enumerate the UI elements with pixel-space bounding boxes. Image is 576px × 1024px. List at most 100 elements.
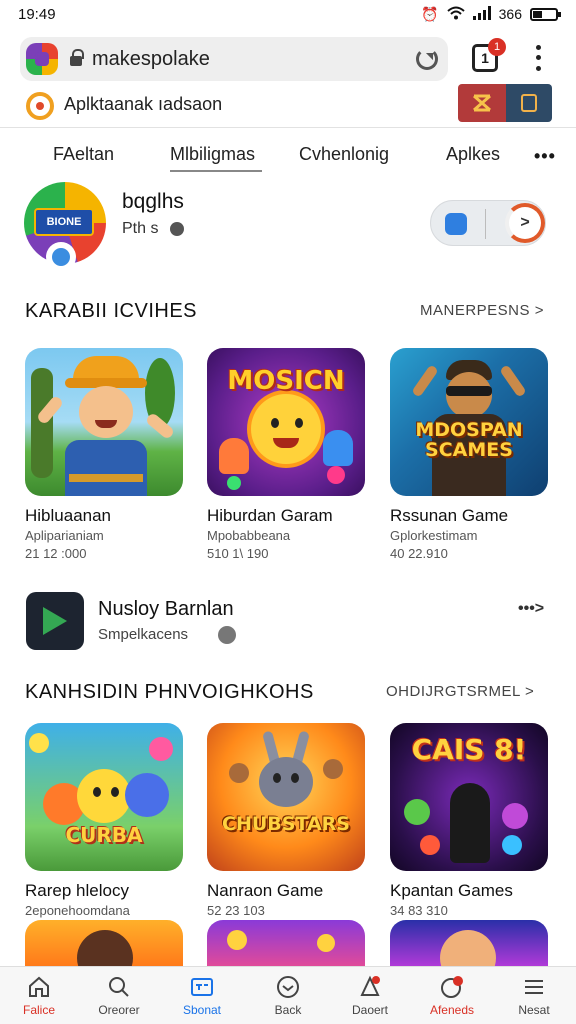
section-link-1[interactable]: MANERPESNS > bbox=[420, 302, 544, 319]
app-thumbnail[interactable]: MDOSPAN SCAMES bbox=[390, 348, 548, 496]
signal-text: 366 bbox=[498, 6, 522, 22]
nav-search[interactable]: Oreorer bbox=[87, 967, 151, 1024]
section-title-2: KANHSIDIN PHNVOIGHKOHS bbox=[25, 681, 314, 703]
menu-icon bbox=[525, 980, 543, 994]
back-icon bbox=[277, 976, 299, 998]
notification-icon bbox=[360, 975, 380, 996]
app-card[interactable]: CHUBSTARS Nanraon Game 52 23 103 bbox=[207, 723, 367, 943]
app-card[interactable]: MOSICN Hiburdan Garam Mpobabbeana 510 1\… bbox=[207, 348, 367, 568]
app-name: Rssunan Game bbox=[390, 506, 509, 525]
app-thumbnail[interactable]: CURBA bbox=[25, 723, 183, 871]
tab-mobile[interactable]: Mlbiligmas bbox=[170, 144, 255, 165]
app-name: Kpantan Games bbox=[390, 881, 513, 900]
alarm-icon: ⏰ bbox=[421, 5, 439, 22]
bottom-navigation: Falice Oreorer Sbonat Back Daoert Afened… bbox=[0, 966, 576, 1024]
nav-back[interactable]: Back bbox=[256, 967, 320, 1024]
app-card[interactable]: MDOSPAN SCAMES Rssunan Game Gplorkestima… bbox=[390, 348, 550, 568]
app-subtitle: Apliparianiam bbox=[25, 528, 104, 543]
app-thumbnail[interactable] bbox=[25, 920, 183, 966]
developer-subtitle: Pth s bbox=[122, 220, 159, 237]
section-link-2[interactable]: OHDIJRGTSRMEL > bbox=[386, 683, 534, 700]
app-subtitle: 2eponehoomdana bbox=[25, 903, 130, 918]
apps-icon bbox=[191, 978, 213, 996]
toggle-separator bbox=[485, 209, 486, 239]
tabs-badge: 1 bbox=[488, 38, 506, 56]
nav-label-back: Back bbox=[274, 1003, 302, 1017]
category-tabs: FAeltan Mlbiligmas Cvhenlonig Aplkes ••• bbox=[0, 140, 576, 174]
banner-actions bbox=[458, 84, 552, 122]
app-name: Rarep hlelocy bbox=[25, 881, 129, 900]
app-thumbnail-title: MDOSPAN SCAMES bbox=[415, 419, 523, 461]
app-subtitle: Gplorkestimam bbox=[390, 528, 478, 543]
nav-chat[interactable]: Afeneds bbox=[420, 967, 484, 1024]
active-tab-indicator bbox=[170, 170, 262, 172]
status-icons: ⏰ 366 bbox=[421, 5, 561, 23]
app-subtitle: 34 83 310 bbox=[390, 903, 448, 918]
url-text[interactable]: makespolake bbox=[92, 48, 416, 71]
nav-notifications[interactable]: Daoert bbox=[338, 967, 402, 1024]
header-divider bbox=[0, 127, 576, 128]
app-name: Nanraon Game bbox=[207, 881, 324, 900]
app-thumbnail-title: MOSICN bbox=[227, 366, 345, 396]
reload-icon[interactable] bbox=[416, 48, 438, 70]
nav-label-apps: Sbonat bbox=[182, 1003, 222, 1017]
tab-apps[interactable]: Aplkes bbox=[446, 144, 500, 165]
developer-name: bqglhs bbox=[122, 190, 184, 213]
app-name: Hibluaanan bbox=[25, 506, 112, 525]
address-bar[interactable]: makespolake bbox=[20, 37, 448, 81]
nav-label-chat: Afeneds bbox=[429, 1003, 475, 1017]
nav-home[interactable]: Falice bbox=[7, 967, 71, 1024]
banner-app-icon bbox=[26, 92, 54, 120]
search-icon bbox=[109, 977, 129, 997]
app-card[interactable]: CURBA Rarep hlelocy 2eponehoomdana bbox=[25, 723, 185, 943]
nav-apps[interactable]: Sbonat bbox=[170, 967, 234, 1024]
signal-icon bbox=[472, 5, 491, 23]
app-thumbnail[interactable] bbox=[207, 920, 365, 966]
app-meta: 40 22.910 bbox=[390, 546, 448, 561]
nav-label-menu: Nesat bbox=[518, 1003, 550, 1017]
app-thumbnail-title: CAIS 8! bbox=[411, 733, 527, 766]
app-banner: Aplktaanak ıadsaon bbox=[0, 84, 576, 124]
app-card[interactable]: CAIS 8! Kpantan Games 34 83 310 bbox=[390, 723, 550, 943]
app-card[interactable]: Hibluaanan Apliparianiam 21 12 :000 bbox=[25, 348, 185, 568]
developer-card[interactable]: BIONE bqglhs Pth s > bbox=[0, 178, 576, 274]
wifi-icon bbox=[446, 6, 465, 23]
app-meta: 510 1\ 190 bbox=[207, 546, 269, 561]
app-thumbnail[interactable]: CAIS 8! bbox=[390, 723, 548, 871]
app-subtitle: Mpobabbeana bbox=[207, 528, 291, 543]
nav-menu[interactable]: Nesat bbox=[502, 967, 566, 1024]
tab-categories[interactable]: Cvhenlonig bbox=[299, 144, 389, 165]
site-favicon-icon bbox=[26, 43, 58, 75]
status-bar: 19:49 ⏰ 366 bbox=[0, 0, 576, 28]
battery-icon bbox=[530, 7, 561, 21]
message-icon[interactable] bbox=[445, 213, 467, 235]
developer-logo-text: BIONE bbox=[34, 208, 94, 236]
app-subtitle: 52 23 103 bbox=[207, 903, 265, 918]
follow-toggle[interactable]: > bbox=[430, 200, 546, 246]
nav-label-home: Falice bbox=[22, 1003, 55, 1017]
arrow-right-icon[interactable]: > bbox=[505, 203, 545, 243]
tab-count: 1 bbox=[481, 50, 489, 66]
more-tabs-icon[interactable]: ••• bbox=[534, 146, 556, 167]
open-banner-button[interactable] bbox=[506, 84, 552, 122]
browser-menu-icon[interactable] bbox=[530, 42, 546, 74]
close-banner-button[interactable] bbox=[458, 84, 506, 122]
app-thumbnail[interactable]: MOSICN bbox=[207, 348, 365, 496]
featured-app-row[interactable]: Nusloy Barnlan Smpelkacens •••> bbox=[0, 586, 576, 658]
close-icon bbox=[473, 94, 491, 112]
info-icon bbox=[170, 222, 184, 236]
app-thumbnail-title: CHUBSTARS bbox=[222, 813, 350, 835]
app-thumbnail[interactable]: CHUBSTARS bbox=[207, 723, 365, 871]
clipboard-icon bbox=[521, 94, 537, 112]
lock-icon bbox=[70, 49, 84, 66]
verified-badge-icon bbox=[48, 244, 74, 270]
more-options-icon[interactable]: •••> bbox=[518, 600, 544, 618]
app-thumbnail[interactable] bbox=[25, 348, 183, 496]
home-icon bbox=[29, 976, 49, 997]
featured-app-subtitle: Smpelkacens bbox=[98, 626, 189, 643]
play-store-icon bbox=[26, 592, 84, 650]
app-thumbnail[interactable] bbox=[390, 920, 548, 966]
featured-app-name: Nusloy Barnlan bbox=[98, 598, 234, 620]
app-meta: 21 12 :000 bbox=[25, 546, 87, 561]
tab-featured[interactable]: FAeltan bbox=[53, 144, 114, 165]
